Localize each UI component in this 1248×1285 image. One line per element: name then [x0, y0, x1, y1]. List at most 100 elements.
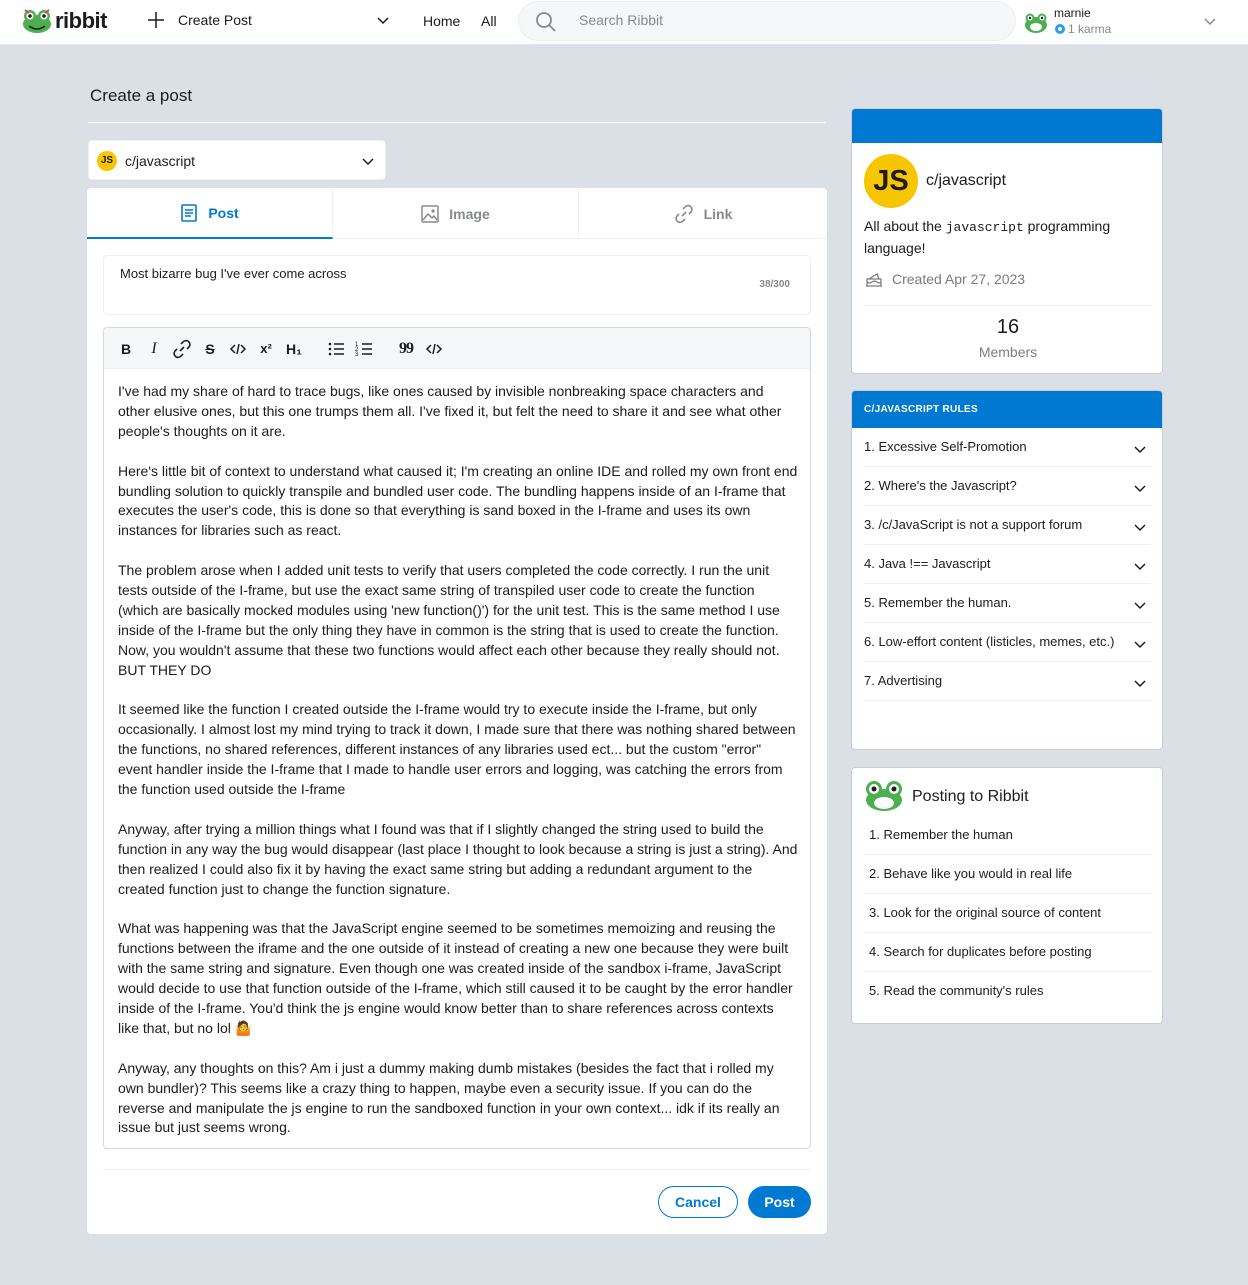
logo-text: ribbit: [55, 8, 108, 33]
community-rules-card: C/JAVASCRIPT RULES 1. Excessive Self-Pro…: [851, 390, 1163, 750]
community-badge: JS: [97, 151, 117, 171]
frog-icon: [866, 781, 902, 811]
body-paragraph: Anyway, any thoughts on this? Am i just …: [118, 1059, 780, 1136]
chevron-down-icon: [362, 158, 374, 166]
chevron-down-icon: [1134, 524, 1146, 532]
rule-item[interactable]: 7. Advertising: [864, 662, 1151, 701]
post-form-card: Post Image Link Most bizarre bug I've ev…: [87, 188, 827, 1234]
quote-button[interactable]: 99: [396, 339, 416, 359]
plus-icon: [148, 12, 164, 28]
body-paragraph: It seemed like the function I created ou…: [118, 701, 796, 798]
frog-logo-icon: [23, 9, 51, 33]
rule-item[interactable]: 5. Remember the human.: [864, 584, 1151, 623]
rule-item[interactable]: 4. Java !== Javascript: [864, 545, 1151, 584]
cancel-button[interactable]: Cancel: [658, 1186, 738, 1218]
divider: [88, 122, 826, 123]
list-item: 2. Behave like you would in real life: [864, 855, 1151, 894]
heading-button[interactable]: H₁: [284, 339, 304, 359]
created-text: Created Apr 27, 2023: [892, 271, 1026, 287]
search-bar: [518, 1, 1016, 41]
divider: [103, 1169, 811, 1170]
community-avatar: JS: [864, 154, 918, 208]
created-date: Created Apr 27, 2023: [864, 270, 1025, 288]
posting-guidelines-title: Posting to Ribbit: [912, 788, 1029, 805]
bulleted-list-icon[interactable]: [326, 339, 346, 359]
body-paragraph: I've had my share of hard to trace bugs,…: [118, 383, 782, 439]
avatar: [1025, 13, 1047, 33]
post-type-tabs: Post Image Link: [87, 188, 827, 239]
nav-home-link[interactable]: Home: [423, 13, 460, 29]
svg-text:3: 3: [355, 352, 359, 358]
rule-label: 3. /c/JavaScript is not a support forum: [864, 517, 1083, 532]
rule-label: 2. Where's the Javascript?: [864, 478, 1017, 493]
rule-item[interactable]: 6. Low-effort content (listicles, memes,…: [864, 623, 1151, 662]
rule-label: 7. Advertising: [864, 673, 943, 688]
cake-icon: [866, 273, 882, 287]
body-paragraph: The problem arose when I added unit test…: [118, 562, 780, 678]
user-menu[interactable]: marnie 1 karma: [1024, 4, 1224, 40]
search-input[interactable]: [579, 12, 999, 28]
body-editor[interactable]: B I S x² H₁ 123 99 I've had my share of …: [103, 327, 811, 1149]
chevron-down-icon[interactable]: [376, 14, 390, 28]
create-post-button[interactable]: Create Post: [146, 10, 252, 30]
tab-post-label: Post: [208, 204, 239, 221]
body-paragraph: Here's little bit of context to understa…: [118, 462, 798, 539]
title-input-value[interactable]: Most bizarre bug I've ever come across: [120, 266, 346, 281]
list-item: 5. Read the community's rules: [869, 983, 1044, 998]
rule-item[interactable]: 1. Excessive Self-Promotion: [864, 428, 1151, 467]
desc-code: javascript: [945, 220, 1024, 235]
karma-text: 1 karma: [1068, 22, 1112, 36]
tab-post[interactable]: Post: [87, 188, 333, 239]
body-textarea[interactable]: I've had my share of hard to trace bugs,…: [118, 382, 798, 1158]
community-banner: [852, 109, 1162, 143]
tab-image-label: Image: [449, 205, 490, 222]
body-paragraph: What was happening was that the JavaScri…: [118, 920, 793, 1036]
chevron-down-icon: [1134, 602, 1146, 610]
nav-all-link[interactable]: All: [481, 13, 497, 29]
list-item: 3. Look for the original source of conte…: [864, 894, 1151, 933]
top-navbar: ribbit Create Post Home All marnie 1 kar…: [0, 0, 1248, 45]
strikethrough-button[interactable]: S: [200, 339, 220, 359]
rules-heading: C/JAVASCRIPT RULES: [852, 391, 1162, 428]
post-button[interactable]: Post: [748, 1186, 811, 1218]
superscript-button[interactable]: x²: [256, 339, 276, 359]
rule-label: 5. Remember the human.: [864, 595, 1012, 610]
link-icon: [674, 204, 693, 223]
chevron-down-icon: [1134, 485, 1146, 493]
community-selector[interactable]: JS c/javascript: [88, 140, 386, 180]
italic-button[interactable]: I: [144, 339, 164, 359]
posting-guidelines-list: 1. Remember the human 2. Behave like you…: [864, 816, 1151, 1010]
list-item: 4. Search for duplicates before posting: [864, 933, 1151, 972]
document-icon: [181, 203, 198, 222]
rule-item[interactable]: 2. Where's the Javascript?: [864, 467, 1151, 506]
user-name: marnie: [1054, 6, 1091, 20]
community-name[interactable]: c/javascript: [926, 172, 1006, 190]
link-icon[interactable]: [172, 339, 192, 359]
rules-list: 1. Excessive Self-Promotion 2. Where's t…: [864, 428, 1151, 701]
create-post-label: Create Post: [178, 12, 252, 28]
tab-link-label: Link: [703, 205, 733, 222]
karma-icon: [1055, 24, 1065, 34]
rule-label: 1. Excessive Self-Promotion: [864, 439, 1027, 454]
tab-image[interactable]: Image: [333, 188, 579, 239]
rule-label: 4. Java !== Javascript: [864, 556, 991, 571]
title-field[interactable]: Most bizarre bug I've ever come across 3…: [103, 255, 811, 315]
chevron-down-icon: [1134, 641, 1146, 649]
body-paragraph: Anyway, after trying a million things wh…: [118, 820, 798, 897]
community-info-card: JS c/javascript All about the javascript…: [851, 108, 1163, 374]
members-label: Members: [978, 344, 1038, 360]
numbered-list-icon[interactable]: 123: [354, 339, 374, 359]
rule-item[interactable]: 3. /c/JavaScript is not a support forum: [864, 506, 1151, 545]
tab-link[interactable]: Link: [579, 188, 827, 239]
divider: [864, 305, 1151, 306]
inline-code-icon[interactable]: [228, 339, 248, 359]
bold-button[interactable]: B: [116, 339, 136, 359]
community-selected: c/javascript: [125, 153, 196, 169]
community-description: All about the javascript programming lan…: [864, 216, 1154, 259]
chevron-down-icon: [1204, 18, 1216, 26]
posting-guidelines-card: Posting to Ribbit 1. Remember the human …: [851, 767, 1163, 1024]
editor-toolbar: B I S x² H₁ 123 99: [104, 328, 810, 369]
search-icon: [536, 12, 556, 32]
code-block-icon[interactable]: [424, 339, 444, 359]
ribbit-logo[interactable]: ribbit: [22, 8, 108, 34]
